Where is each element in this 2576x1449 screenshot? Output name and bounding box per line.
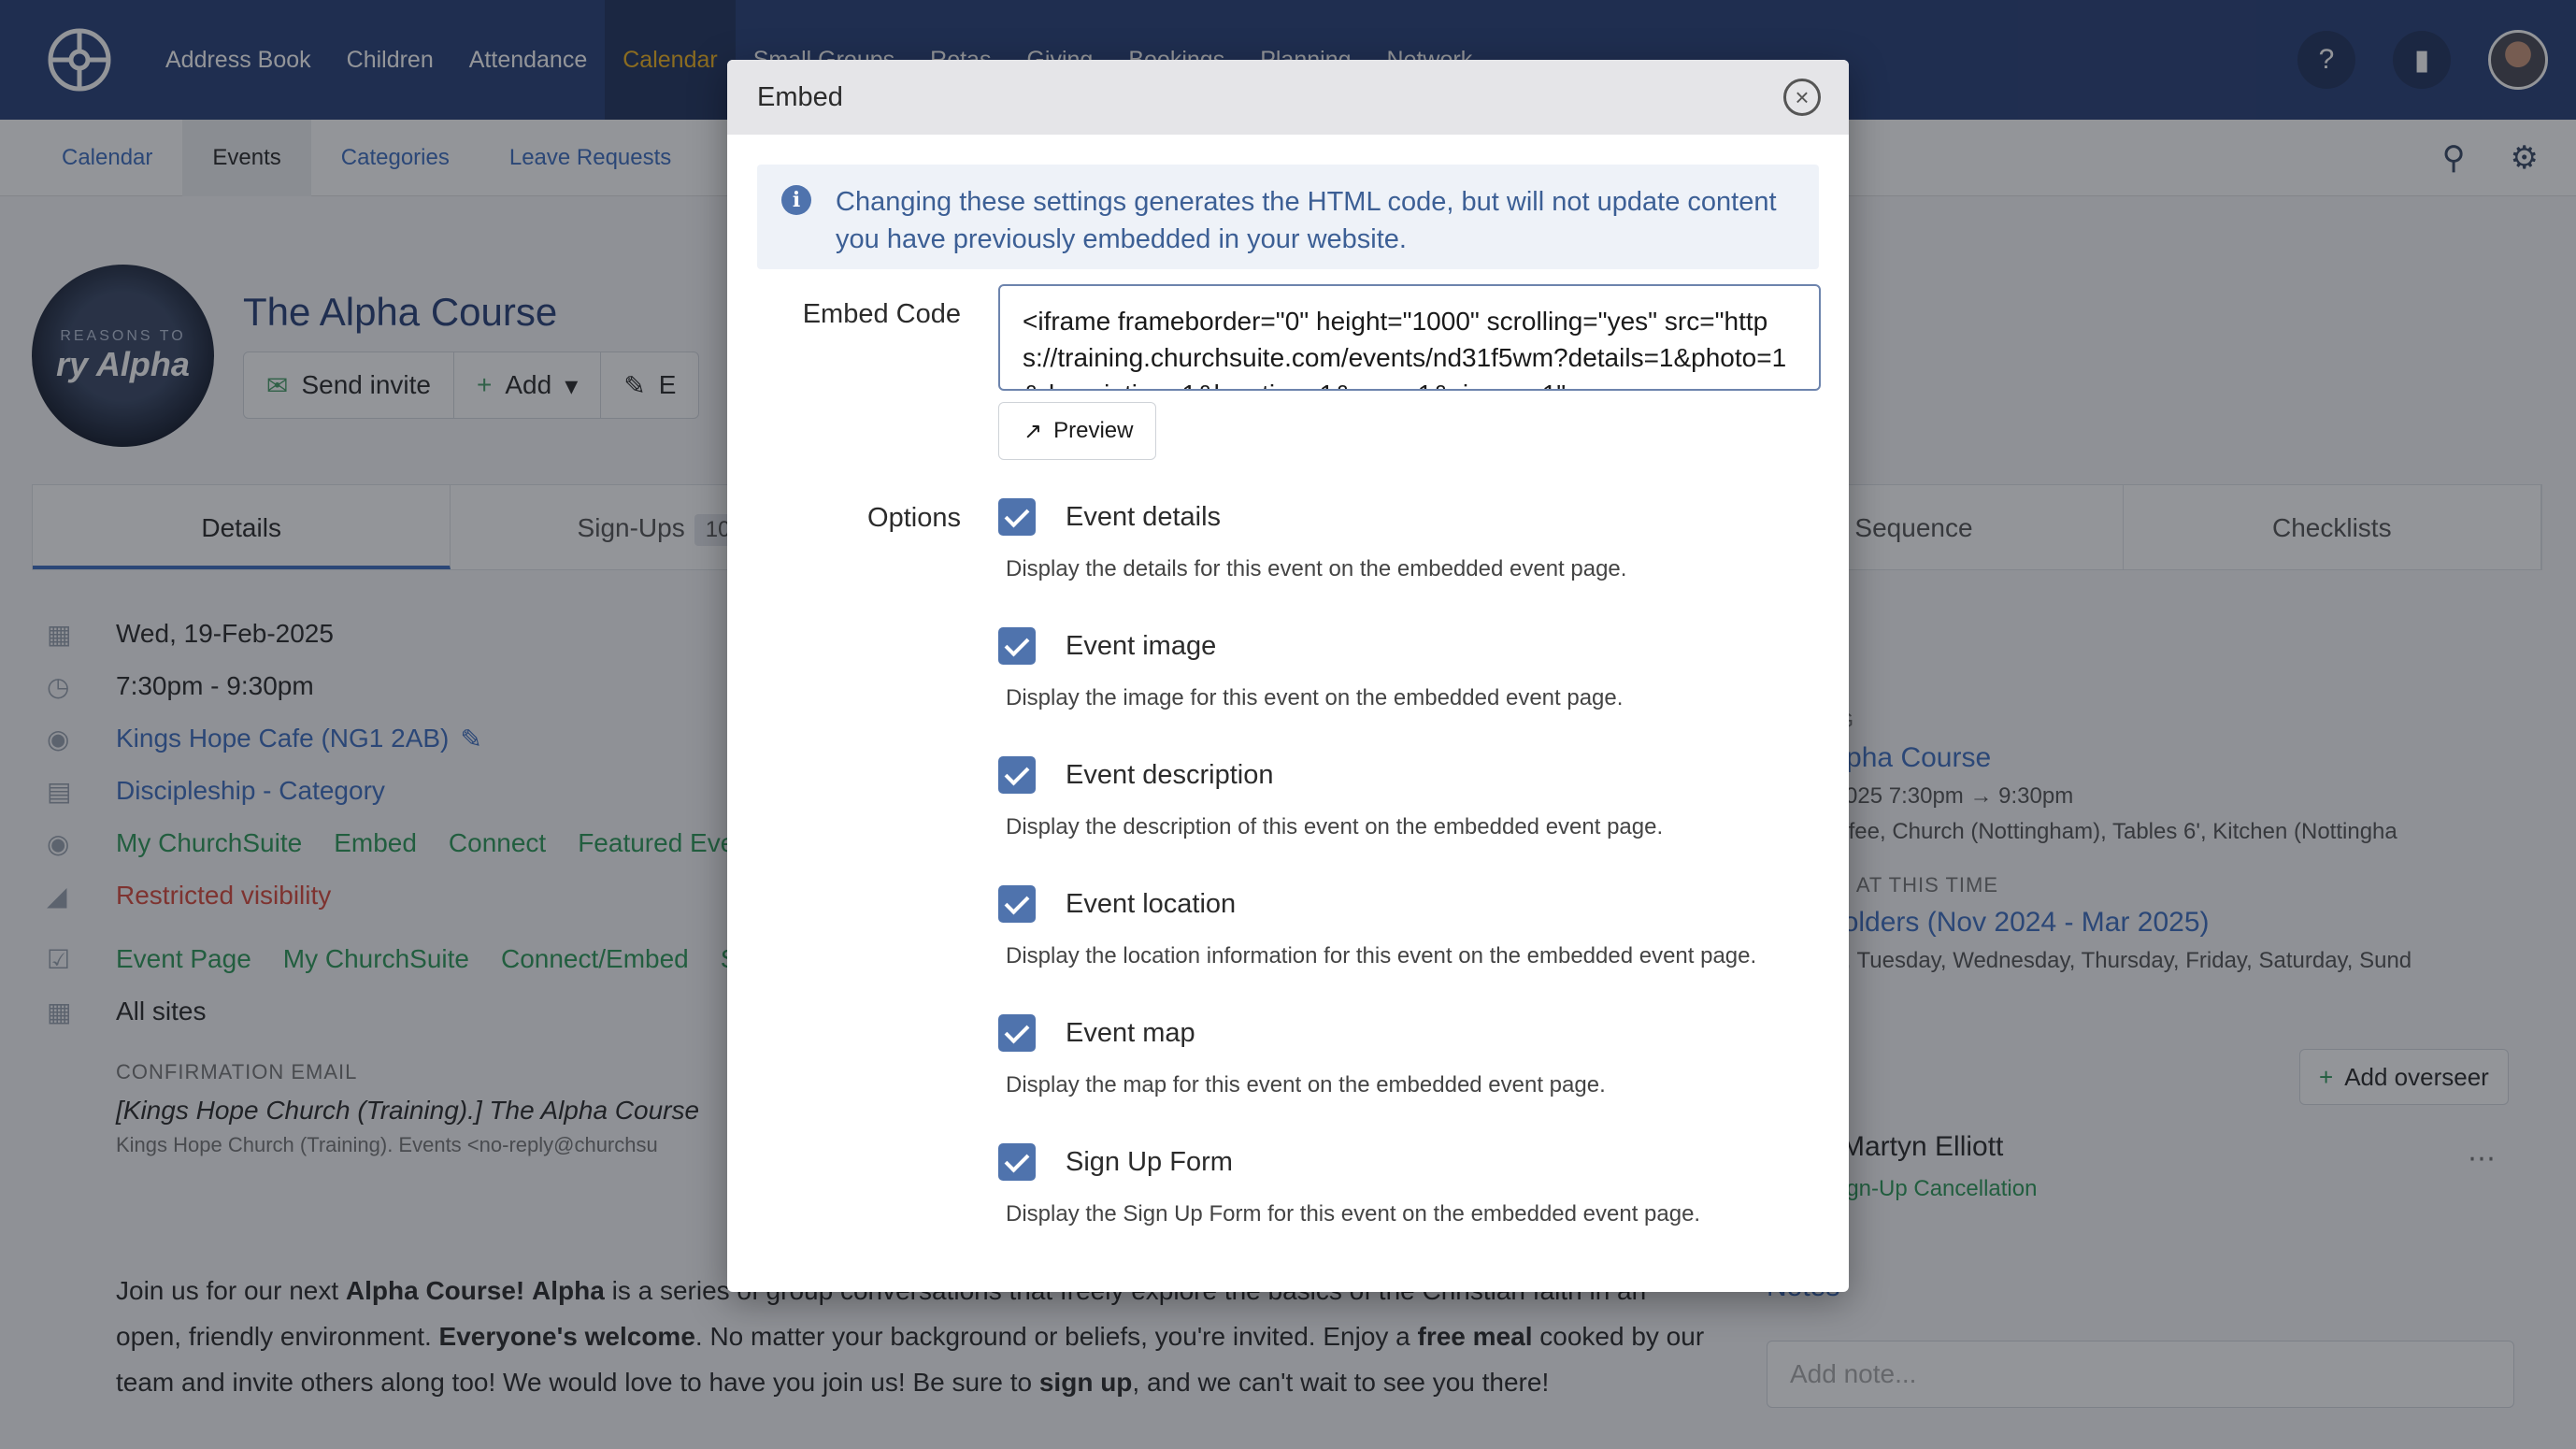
option-label[interactable]: Event details (1066, 502, 1221, 533)
sign-up-form-checkbox[interactable] (998, 1143, 1036, 1181)
option-event-image: Event image Display the image for this e… (998, 627, 1821, 711)
event-map-checkbox[interactable] (998, 1014, 1036, 1052)
event-image-checkbox[interactable] (998, 627, 1036, 665)
modal-title: Embed (757, 81, 843, 112)
option-event-map: Event map Display the map for this event… (998, 1014, 1821, 1098)
preview-button-label: Preview (1053, 418, 1134, 443)
option-event-description: Event description Display the descriptio… (998, 756, 1821, 840)
option-description: Display the description of this event on… (1006, 814, 1664, 839)
option-label[interactable]: Event description (1066, 760, 1273, 791)
option-description: Display the image for this event on the … (1006, 685, 1624, 710)
event-details-checkbox[interactable] (998, 498, 1036, 536)
info-alert-text: Changing these settings generates the HT… (836, 187, 1777, 254)
embed-code-label: Embed Code (802, 299, 961, 329)
option-description: Display the details for this event on th… (1006, 556, 1627, 581)
info-alert: i Changing these settings generates the … (757, 165, 1819, 269)
options-label: Options (867, 503, 961, 533)
event-location-checkbox[interactable] (998, 885, 1036, 923)
info-icon: i (781, 185, 811, 215)
option-description: Display the location information for thi… (1006, 943, 1757, 968)
embed-code-textarea[interactable]: <iframe frameborder="0" height="1000" sc… (998, 284, 1821, 391)
option-event-details: Event details Display the details for th… (998, 498, 1821, 582)
option-sign-up-form: Sign Up Form Display the Sign Up Form fo… (998, 1143, 1821, 1227)
embed-modal: Embed × i Changing these settings genera… (727, 60, 1849, 1292)
event-description-checkbox[interactable] (998, 756, 1036, 794)
option-description: Display the map for this event on the em… (1006, 1072, 1606, 1098)
option-event-location: Event location Display the location info… (998, 885, 1821, 969)
option-label[interactable]: Event image (1066, 631, 1216, 662)
close-icon[interactable]: × (1783, 79, 1821, 116)
preview-button[interactable]: ↗ Preview (998, 402, 1157, 460)
option-label[interactable]: Event map (1066, 1018, 1195, 1049)
option-label[interactable]: Sign Up Form (1066, 1147, 1233, 1178)
option-description: Display the Sign Up Form for this event … (1006, 1201, 1701, 1227)
modal-header: Embed × (727, 60, 1849, 135)
option-label[interactable]: Event location (1066, 889, 1236, 920)
external-link-icon: ↗ (1023, 418, 1043, 444)
